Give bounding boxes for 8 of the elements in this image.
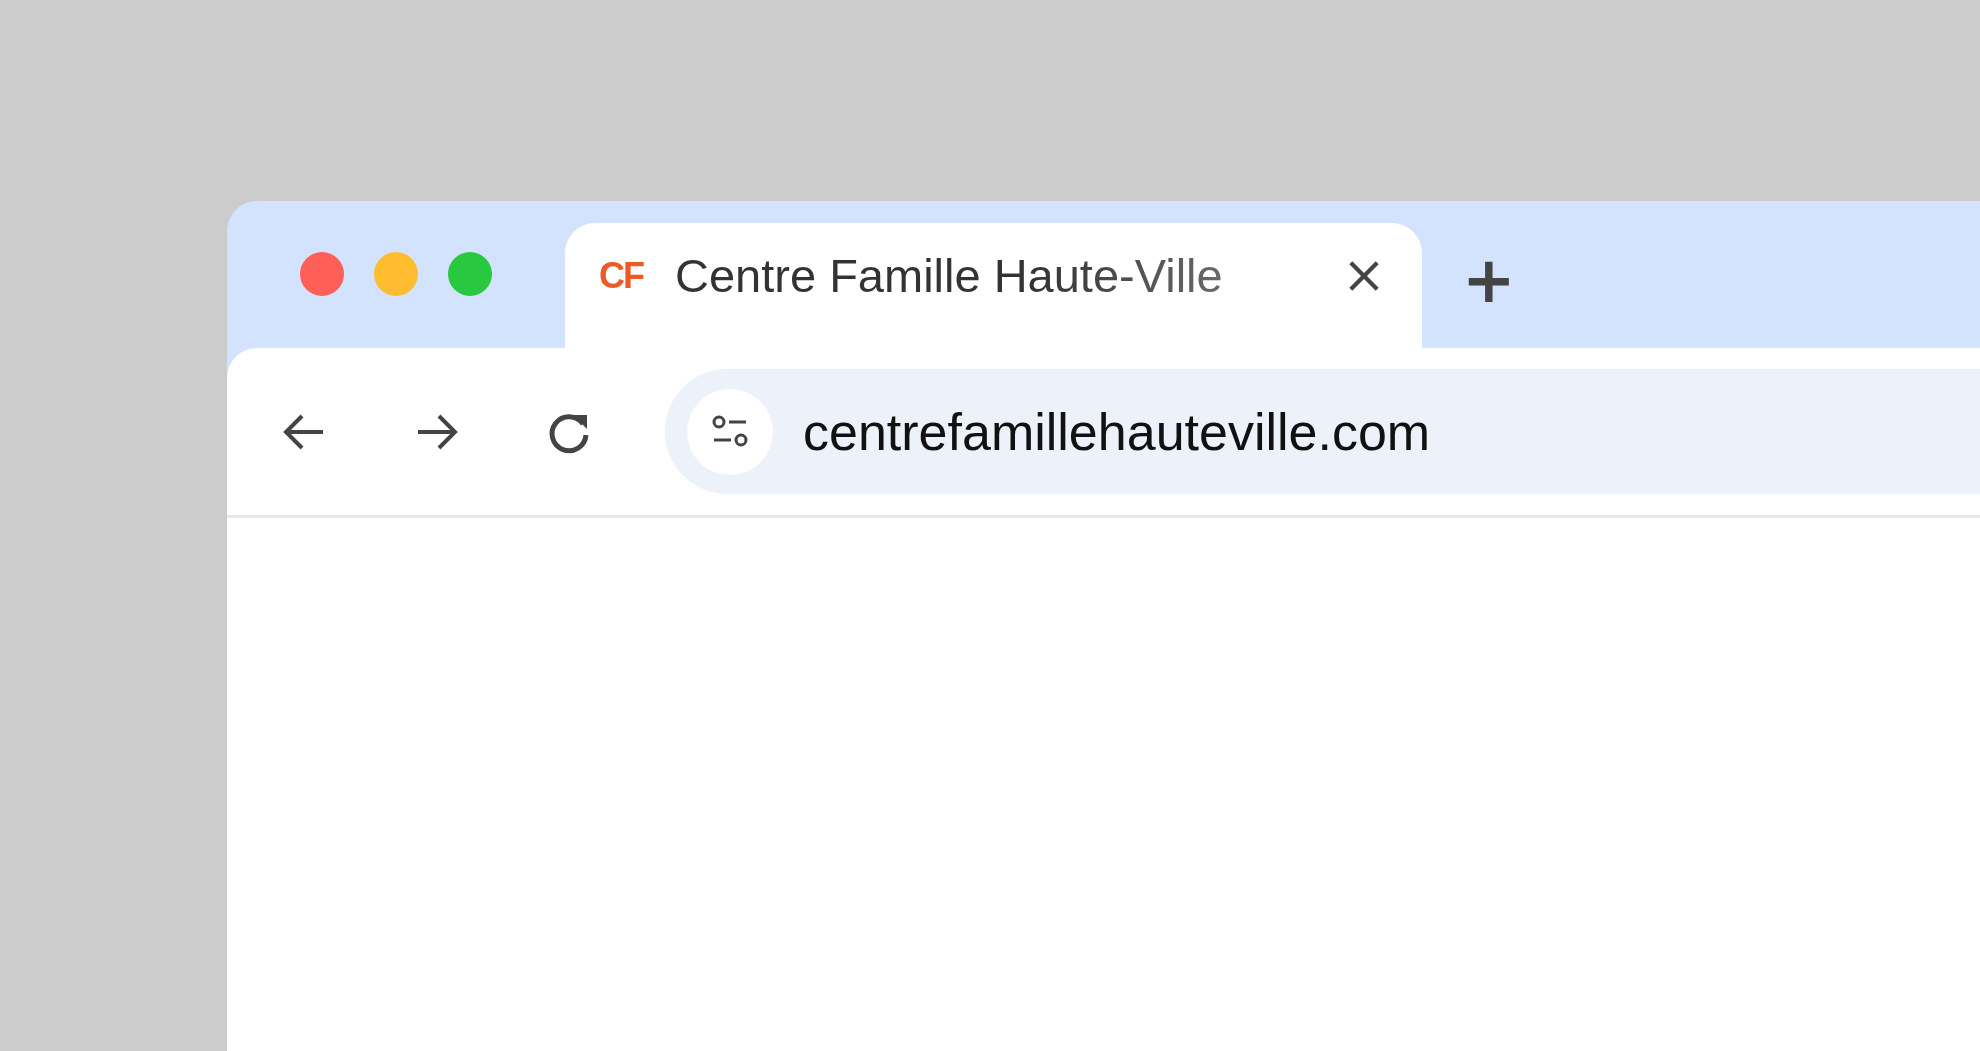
window-control-dot[interactable]: [374, 252, 418, 296]
new-tab-button[interactable]: +: [1462, 248, 1516, 312]
address-bar[interactable]: centrefamillehauteville.com: [665, 369, 1980, 494]
browser-tab[interactable]: CF Centre Famille Haute-Ville: [565, 223, 1422, 348]
window-control-dot[interactable]: [448, 252, 492, 296]
url-text: centrefamillehauteville.com: [803, 401, 1431, 462]
window-control-dot[interactable]: [300, 252, 344, 296]
favicon-logo: CF: [599, 254, 643, 297]
